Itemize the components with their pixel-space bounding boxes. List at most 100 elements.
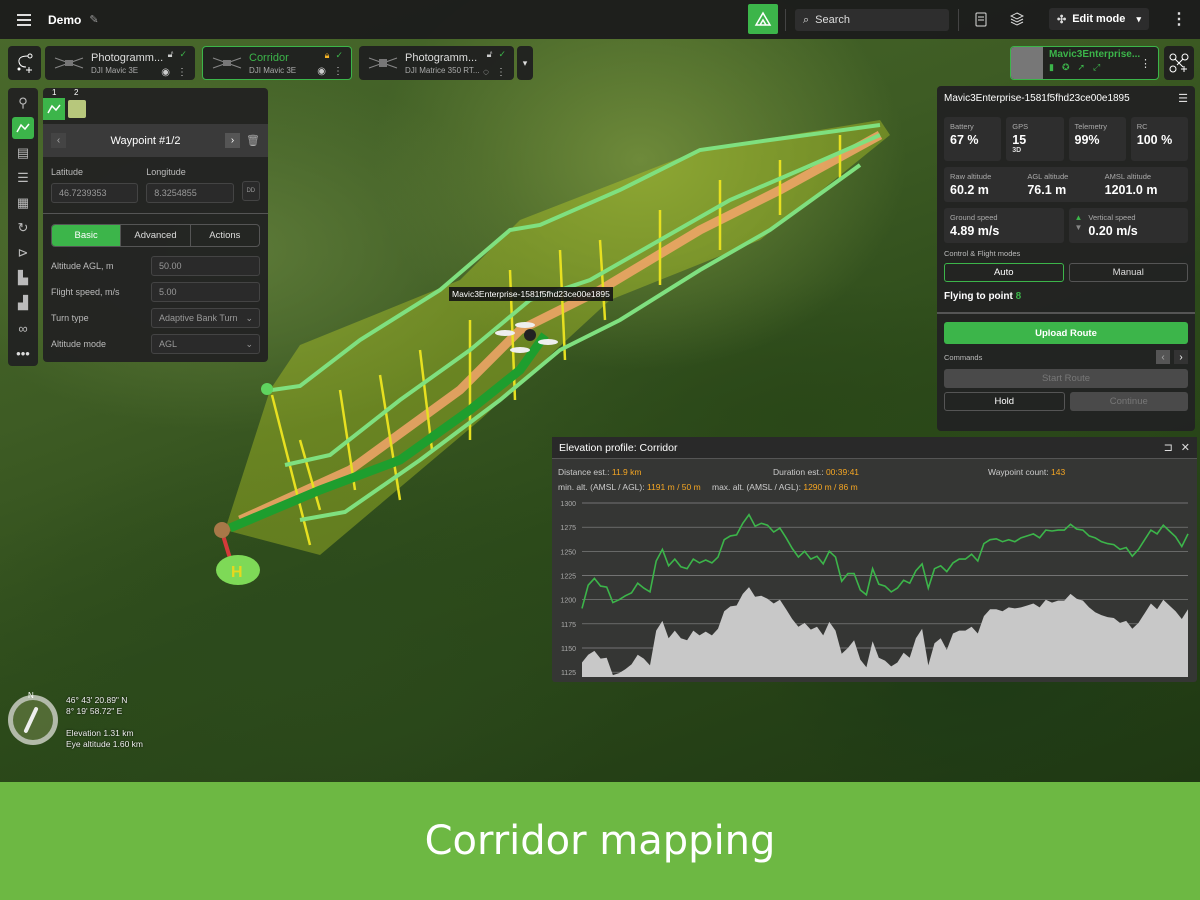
mission-card[interactable]: Photogramm... DJI Mavic 3E 🔓︎ ✓ ◉ ⋮ bbox=[45, 46, 195, 80]
max-alt-value: 1290 m / 86 m bbox=[803, 482, 858, 492]
lock-icon[interactable]: 🔒︎ bbox=[325, 50, 330, 61]
add-route-button[interactable] bbox=[8, 46, 41, 80]
location-pin-tool[interactable]: ⚲ bbox=[12, 92, 34, 114]
eye-icon[interactable]: ◉ bbox=[317, 66, 326, 77]
menu-button[interactable] bbox=[14, 10, 34, 30]
route-tab[interactable] bbox=[43, 98, 65, 120]
connected-drone-card[interactable]: Mavic3Enterprise... ▮ ✪ ➚ ⤢ ⋮ bbox=[1010, 46, 1159, 80]
flying-to-point: 8 bbox=[1015, 291, 1022, 302]
mode-manual-button[interactable]: Manual bbox=[1068, 263, 1188, 282]
min-alt-stat: min. alt. (AMSL / AGL): 1191 m / 50 m bbox=[558, 482, 701, 492]
duration-label: Duration est.: bbox=[773, 467, 824, 477]
mode-dropdown[interactable]: ✣ Edit mode ▾ bbox=[1049, 8, 1149, 30]
tab-advanced[interactable]: Advanced bbox=[121, 225, 191, 246]
drone-icon bbox=[54, 57, 84, 69]
longitude-input[interactable]: 8.3254855 bbox=[146, 183, 234, 203]
drone-more-icon[interactable]: ⋮ bbox=[1140, 57, 1151, 70]
close-icon[interactable]: ✕ bbox=[1181, 441, 1190, 454]
compass-icon[interactable]: N bbox=[8, 691, 58, 745]
more-icon[interactable]: ⋮ bbox=[333, 66, 343, 77]
multi-area-tool[interactable]: ∞ bbox=[12, 317, 34, 339]
waypoint-marker bbox=[261, 383, 273, 395]
settings-tabs: Basic Advanced Actions bbox=[51, 224, 260, 247]
drone-label-tooltip: Mavic3Enterprise-1581f5fhd23ce00e1895 bbox=[449, 287, 613, 301]
raw-altitude-value: 60.2 m bbox=[950, 183, 989, 197]
add-drone-button[interactable] bbox=[1164, 46, 1194, 80]
drone-add-icon bbox=[1169, 53, 1189, 73]
drone-thumbnail bbox=[1011, 47, 1043, 79]
mountain-icon bbox=[754, 11, 772, 26]
top-bar: Demo ✎ ⌕ Search ✣ Edit mode ▾ ⋮ bbox=[0, 0, 1200, 39]
list-icon[interactable]: ☰ bbox=[1178, 92, 1188, 105]
orbit-tool[interactable]: ↻ bbox=[12, 217, 34, 239]
rc-value: 100 % bbox=[1136, 133, 1173, 147]
photogrammetry-tool[interactable]: ▤ bbox=[12, 142, 34, 164]
waypoint-route-tool[interactable] bbox=[12, 117, 34, 139]
min-alt-label: min. alt. (AMSL / AGL): bbox=[558, 482, 645, 492]
altitude-input[interactable]: 50.00 bbox=[151, 256, 260, 276]
next-waypoint-button[interactable]: › bbox=[225, 133, 241, 148]
duration-value: 00:39:41 bbox=[825, 467, 860, 477]
y-tick-label: 1175 bbox=[561, 622, 576, 629]
y-tick-label: 1150 bbox=[561, 646, 576, 653]
mission-card-active[interactable]: Corridor DJI Mavic 3E 🔒︎ ✓ ◉ ⋮ bbox=[202, 46, 352, 80]
building-l-tool[interactable]: ▟ bbox=[12, 292, 34, 314]
eye-icon[interactable]: ◉ bbox=[161, 67, 170, 78]
edit-title-icon[interactable]: ✎ bbox=[89, 13, 98, 26]
speed-input[interactable]: 5.00 bbox=[151, 282, 260, 302]
latitude-label: Latitude bbox=[51, 167, 84, 177]
mode-label: Edit mode bbox=[1072, 13, 1126, 25]
altitude-mode-select[interactable]: AGL ⌄ bbox=[151, 334, 260, 354]
elevation-chart[interactable]: 1125 1150 1175 1200 1225 1250 1275 1300 bbox=[552, 497, 1197, 682]
building-p-tool[interactable]: ▙ bbox=[12, 267, 34, 289]
distance-stat: Distance est.: 11.9 km bbox=[558, 467, 641, 477]
prev-command-button[interactable]: ‹ bbox=[1156, 350, 1170, 364]
next-command-button[interactable]: › bbox=[1174, 350, 1188, 364]
drone-id: Mavic3Enterprise-1581f5fhd23ce00e1895 bbox=[944, 93, 1130, 104]
pin-icon[interactable]: ⊐ bbox=[1164, 441, 1173, 454]
continue-button[interactable]: Continue bbox=[1069, 392, 1188, 411]
unlock-icon[interactable]: 🔓︎ bbox=[168, 49, 174, 60]
document-icon bbox=[975, 12, 987, 26]
waypoint-title: Waypoint #1/2 bbox=[110, 134, 181, 147]
mission-card[interactable]: Photogramm... DJI Matrice 350 RT... 🔓︎ ✓ ◌… bbox=[359, 46, 514, 80]
search-input[interactable]: ⌕ Search bbox=[795, 9, 949, 31]
building-route-tab[interactable] bbox=[68, 100, 86, 118]
mode-auto-button[interactable]: Auto bbox=[944, 263, 1064, 282]
prev-waypoint-button[interactable]: ‹ bbox=[51, 133, 66, 148]
speed-label: Flight speed, m/s bbox=[51, 287, 120, 297]
tab-actions[interactable]: Actions bbox=[191, 225, 259, 246]
altitude-mode-label: Altitude mode bbox=[51, 339, 107, 349]
turn-type-select[interactable]: Adaptive Bank Turn ⌄ bbox=[151, 308, 260, 328]
start-route-button[interactable]: Start Route bbox=[944, 369, 1188, 388]
trash-icon[interactable]: 🗑︎ bbox=[246, 134, 260, 147]
more-tools-button[interactable]: ••• bbox=[12, 342, 34, 364]
unlock-icon[interactable]: 🔓︎ bbox=[487, 49, 493, 60]
y-tick-label: 1275 bbox=[560, 525, 576, 532]
reports-button[interactable] bbox=[972, 10, 990, 28]
lines-tool[interactable]: ☰ bbox=[12, 167, 34, 189]
upload-route-button[interactable]: Upload Route bbox=[944, 322, 1188, 344]
route-add-icon bbox=[17, 53, 32, 73]
chevron-down-icon: ▾ bbox=[1136, 13, 1141, 24]
tool-sidebar: ⚲ ▤ ☰ ▦ ↻ ⊳ ▙ ▟ ∞ ••• bbox=[8, 88, 38, 366]
expand-missions-button[interactable]: ▾ bbox=[517, 46, 533, 80]
latitude-input[interactable]: 46.7239353 bbox=[51, 183, 139, 203]
terrain-button[interactable] bbox=[748, 4, 778, 34]
longitude-label: Longitude bbox=[146, 167, 186, 177]
gps-tile: GPS 15 3D bbox=[1006, 117, 1064, 161]
hold-button[interactable]: Hold bbox=[944, 392, 1065, 411]
coordinate-format-button[interactable]: DD bbox=[241, 181, 261, 201]
more-menu-button[interactable]: ⋮ bbox=[1171, 10, 1187, 28]
connected-drone-name: Mavic3Enterprise... bbox=[1049, 49, 1141, 60]
facade-icon: ⊳ bbox=[17, 245, 29, 260]
layers-button[interactable] bbox=[1008, 10, 1026, 28]
more-icon[interactable]: ⋮ bbox=[496, 67, 506, 78]
telemetry-label: Telemetry bbox=[1074, 122, 1108, 131]
duration-stat: Duration est.: 00:39:41 bbox=[773, 467, 859, 477]
facade-tool[interactable]: ⊳ bbox=[12, 242, 34, 264]
orbit-icon[interactable]: ◌ bbox=[483, 67, 489, 78]
tab-basic[interactable]: Basic bbox=[52, 225, 122, 246]
lidar-tool[interactable]: ▦ bbox=[12, 192, 34, 214]
more-icon[interactable]: ⋮ bbox=[177, 67, 187, 78]
